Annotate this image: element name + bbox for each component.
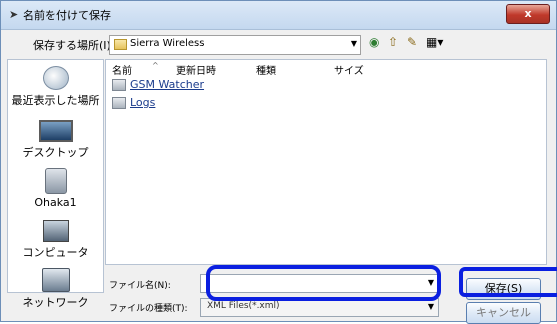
column-header-label: 名前 bbox=[112, 66, 132, 77]
place-label: ネットワーク bbox=[22, 296, 89, 309]
view-menu-icon[interactable]: ▦▾ bbox=[426, 35, 443, 49]
list-item[interactable]: GSM Watcher bbox=[112, 78, 204, 91]
new-folder-icon[interactable]: ✎ bbox=[407, 35, 417, 49]
column-header-name[interactable]: 名前 ^ bbox=[112, 61, 159, 77]
recent-places-icon bbox=[42, 66, 69, 90]
place-label: デスクトップ bbox=[22, 146, 89, 159]
window-title: 名前を付けて保存 bbox=[23, 9, 111, 22]
place-computer[interactable]: コンピュータ bbox=[8, 220, 103, 260]
cancel-button[interactable]: キャンセル bbox=[466, 302, 541, 324]
place-label: コンピュータ bbox=[22, 246, 89, 259]
save-as-dialog: ➤ 名前を付けて保存 x 保存する場所(I): Sierra Wireless … bbox=[0, 0, 557, 324]
folder-icon bbox=[114, 39, 127, 50]
filename-input[interactable]: ▼ bbox=[200, 274, 439, 293]
place-user[interactable]: Ohaka1 bbox=[8, 168, 103, 209]
chevron-down-icon[interactable]: ▼ bbox=[428, 278, 434, 287]
computer-icon bbox=[42, 220, 69, 242]
file-name: GSM Watcher bbox=[130, 78, 205, 91]
filetype-label: ファイルの種類(T): bbox=[109, 304, 188, 314]
up-folder-icon[interactable]: ⇧ bbox=[388, 35, 398, 49]
filetype-value: XML Files(*.xml) bbox=[207, 301, 280, 311]
chevron-down-icon: ▼ bbox=[350, 39, 357, 48]
file-name: Logs bbox=[130, 96, 156, 109]
filename-label: ファイル名(N): bbox=[109, 281, 171, 291]
list-item[interactable]: Logs bbox=[112, 96, 155, 109]
close-button[interactable]: x bbox=[506, 4, 550, 24]
sort-ascending-icon: ^ bbox=[152, 61, 159, 70]
current-folder-name: Sierra Wireless bbox=[130, 38, 205, 49]
network-icon bbox=[41, 268, 70, 292]
places-bar: 最近表示した場所 デスクトップ Ohaka1 コンピュータ ネットワーク bbox=[7, 59, 104, 309]
column-header-size[interactable]: サイズ bbox=[334, 62, 364, 77]
user-folder-icon bbox=[44, 168, 67, 194]
save-button[interactable]: 保存(S) bbox=[466, 278, 541, 300]
place-label: Ohaka1 bbox=[34, 196, 77, 209]
column-header-modified[interactable]: 更新日時 bbox=[176, 62, 216, 77]
place-desktop[interactable]: デスクトップ bbox=[8, 120, 103, 160]
folder-icon bbox=[112, 79, 126, 91]
place-label: 最近表示した場所 bbox=[11, 94, 100, 107]
folder-icon bbox=[112, 97, 126, 109]
title-bar[interactable]: ➤ 名前を付けて保存 x bbox=[1, 1, 556, 30]
save-in-dropdown[interactable]: Sierra Wireless ▼ bbox=[109, 35, 361, 55]
place-recent[interactable]: 最近表示した場所 bbox=[8, 66, 103, 108]
desktop-icon bbox=[38, 120, 73, 142]
back-icon[interactable]: ◉ bbox=[369, 35, 379, 49]
file-list[interactable]: 名前 ^ 更新日時 種類 サイズ GSM Watcher Logs bbox=[105, 59, 547, 265]
column-header-type[interactable]: 種類 bbox=[256, 62, 276, 77]
dialog-arrow-icon: ➤ bbox=[9, 8, 19, 21]
filetype-select[interactable]: XML Files(*.xml) ▼ bbox=[200, 298, 439, 317]
chevron-down-icon: ▼ bbox=[427, 302, 434, 311]
save-in-label: 保存する場所(I): bbox=[33, 39, 115, 52]
place-network[interactable]: ネットワーク bbox=[8, 268, 103, 310]
